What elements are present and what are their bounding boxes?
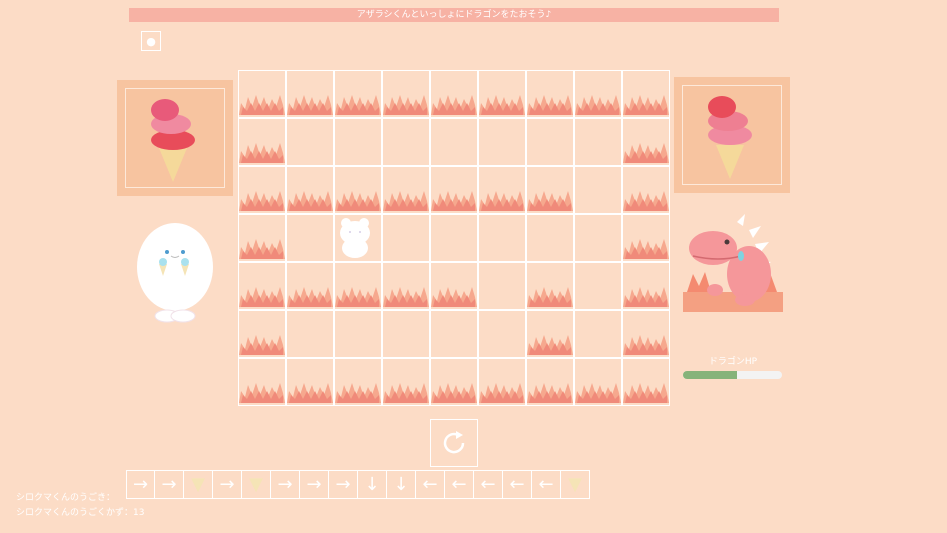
fire-cell (622, 166, 670, 214)
floor-cell (478, 262, 526, 310)
fire-cell (622, 358, 670, 406)
white-bear-icon (340, 218, 370, 258)
move-slot: ▼ (561, 470, 590, 499)
floor-cell (286, 118, 334, 166)
dragon-icon (683, 214, 783, 312)
dragon-hp-bar (683, 371, 782, 379)
fire-cell (430, 70, 478, 118)
fire-cell (526, 310, 574, 358)
fire-cell (478, 166, 526, 214)
move-slot: → (271, 470, 300, 499)
move-slot: ← (416, 470, 445, 499)
fire-cell (334, 358, 382, 406)
fire-cell (382, 262, 430, 310)
move-slot: ← (474, 470, 503, 499)
fire-cell (286, 262, 334, 310)
fire-cell (526, 166, 574, 214)
fire-cell (526, 70, 574, 118)
floor-cell (526, 214, 574, 262)
floor-cell (574, 214, 622, 262)
floor-cell (286, 214, 334, 262)
moves-label: シロクマくんのうごき： (16, 493, 116, 503)
fire-cell (478, 358, 526, 406)
moves-count: シロクマくんのうごくかず：13 (16, 508, 145, 518)
fire-cell (238, 70, 286, 118)
floor-cell (382, 310, 430, 358)
bomb-icon: ● (146, 34, 156, 48)
fire-cell (430, 166, 478, 214)
floor-cell (430, 118, 478, 166)
floor-cell (478, 214, 526, 262)
fire-cell (622, 262, 670, 310)
fire-cell (526, 358, 574, 406)
fire-cell (382, 358, 430, 406)
fire-cell (238, 310, 286, 358)
move-slot: ↓ (387, 470, 416, 499)
fire-cell (238, 166, 286, 214)
floor-cell (382, 118, 430, 166)
title-bar: アザラシくんといっしょにドラゴンをたおそう♪ (129, 8, 779, 22)
fire-cell (286, 166, 334, 214)
seal-character-icon (137, 223, 213, 323)
move-slot: → (329, 470, 358, 499)
move-slot: ▼ (184, 470, 213, 499)
fire-cell (526, 262, 574, 310)
fire-cell (334, 262, 382, 310)
fire-cell (286, 70, 334, 118)
fire-cell (622, 118, 670, 166)
fire-cell (478, 70, 526, 118)
move-slot: → (213, 470, 242, 499)
floor-cell (334, 118, 382, 166)
fire-cell (622, 70, 670, 118)
game-board (238, 70, 670, 406)
fire-cell (430, 358, 478, 406)
floor-cell (334, 310, 382, 358)
floor-cell (574, 118, 622, 166)
ice-cream-icon (151, 99, 195, 182)
move-slot: → (300, 470, 329, 499)
fire-cell (238, 214, 286, 262)
dragon-hp-fill (683, 371, 738, 379)
reset-button[interactable] (430, 419, 478, 467)
fire-cell (334, 166, 382, 214)
fire-cell (334, 70, 382, 118)
move-sequence: → → ▼ → ▼ → → → ↓ ↓ ← ← ← ← ← ▼ (126, 470, 590, 499)
move-slot: → (126, 470, 155, 499)
floor-cell (478, 118, 526, 166)
ice-cream-card-left (117, 80, 233, 196)
floor-cell (334, 214, 382, 262)
floor-cell (574, 310, 622, 358)
fire-cell (238, 118, 286, 166)
floor-cell (526, 118, 574, 166)
floor-cell (478, 310, 526, 358)
game-title: アザラシくんといっしょにドラゴンをたおそう♪ (356, 10, 552, 20)
ice-cream-icon (708, 96, 752, 179)
fire-cell (382, 70, 430, 118)
move-slot: ← (532, 470, 561, 499)
floor-cell (574, 166, 622, 214)
fire-cell (622, 310, 670, 358)
move-slot: ▼ (242, 470, 271, 499)
refresh-icon (443, 431, 465, 454)
move-slot: ↓ (358, 470, 387, 499)
fire-cell (574, 70, 622, 118)
move-slot: → (155, 470, 184, 499)
fire-cell (238, 262, 286, 310)
floor-cell (286, 310, 334, 358)
move-slot: ← (503, 470, 532, 499)
fire-cell (238, 358, 286, 406)
fire-cell (574, 358, 622, 406)
ice-cream-card-right (674, 77, 790, 193)
fire-cell (382, 166, 430, 214)
fire-cell (430, 262, 478, 310)
dragon-hp-label: ドラゴンHP (708, 357, 758, 367)
floor-cell (382, 214, 430, 262)
move-slot: ← (445, 470, 474, 499)
floor-cell (430, 214, 478, 262)
fire-cell (286, 358, 334, 406)
floor-cell (430, 310, 478, 358)
sound-button[interactable]: ● (141, 31, 161, 51)
floor-cell (574, 262, 622, 310)
fire-cell (622, 214, 670, 262)
